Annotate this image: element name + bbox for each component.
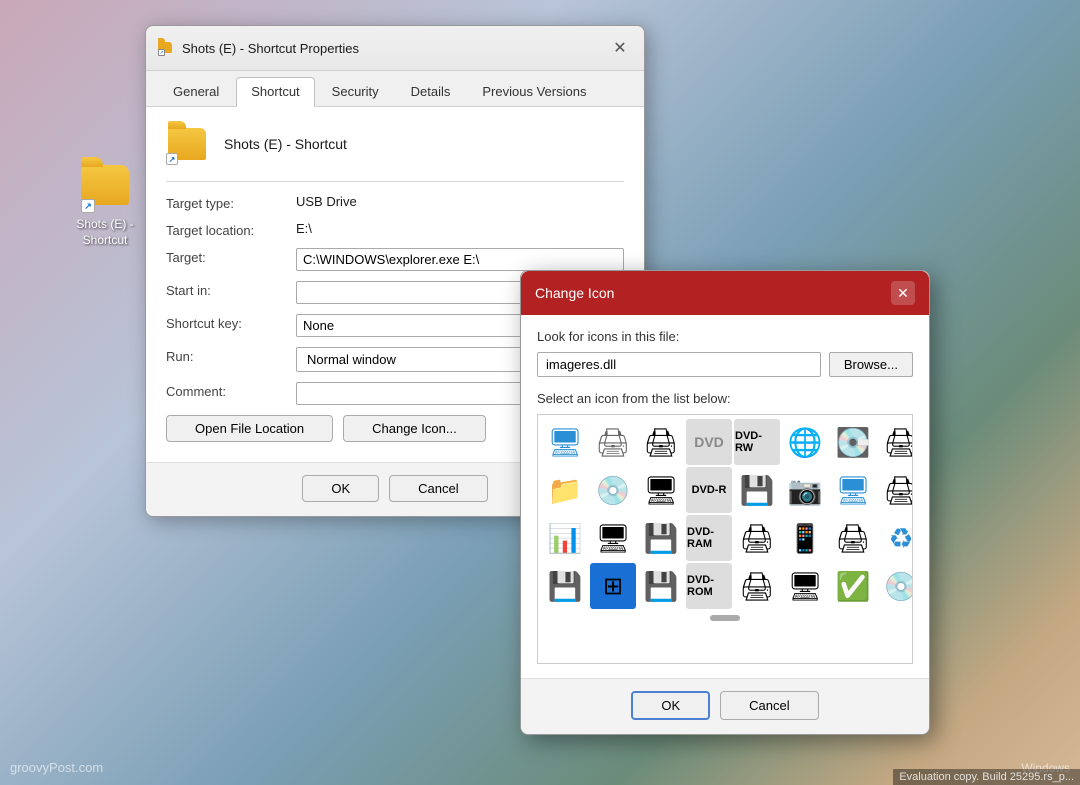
change-icon-content: Look for icons in this file: Browse... S… bbox=[521, 315, 929, 678]
change-icon-ok-button[interactable]: OK bbox=[631, 691, 710, 720]
icon-cell-hdd1[interactable]: 🖥 bbox=[638, 467, 684, 513]
browse-button[interactable]: Browse... bbox=[829, 352, 913, 377]
prop-file-name: Shots (E) - Shortcut bbox=[224, 136, 347, 152]
icon-cell-chart[interactable]: 📊 bbox=[542, 515, 588, 561]
icon-cell-camera[interactable]: 📷 bbox=[782, 467, 828, 513]
tab-security[interactable]: Security bbox=[317, 77, 394, 106]
icon-cell-printer-check2[interactable]: ✅ bbox=[830, 563, 876, 609]
icon-row-2: 📁 💿 🖥 DVD-R 💾 📷 🖥 🖨 ♻ bbox=[542, 467, 908, 513]
comment-label: Comment: bbox=[166, 382, 296, 399]
icon-cell-monitor2[interactable]: 🖥 bbox=[830, 467, 876, 513]
icon-cell-recycle2[interactable]: ♻ bbox=[878, 515, 913, 561]
target-location-value: E:\ bbox=[296, 221, 624, 236]
icon-cell-printer1[interactable]: 🖨 bbox=[878, 419, 913, 465]
change-icon-dialog-buttons: OK Cancel bbox=[521, 678, 929, 734]
properties-cancel-button[interactable]: Cancel bbox=[389, 475, 487, 502]
run-label: Run: bbox=[166, 347, 296, 364]
ci-file-row: Browse... bbox=[537, 352, 913, 377]
prop-shortcut-badge: ↗ bbox=[166, 153, 178, 165]
change-icon-dialog: Change Icon ✕ Look for icons in this fil… bbox=[520, 270, 930, 735]
change-icon-button[interactable]: Change Icon... bbox=[343, 415, 486, 442]
icon-cell-drive5[interactable]: 🖨 bbox=[734, 515, 780, 561]
scroll-thumb bbox=[710, 615, 740, 621]
icon-cell-scanner[interactable]: 🖨 bbox=[638, 419, 684, 465]
icon-cell-dvd1[interactable]: DVD bbox=[686, 419, 732, 465]
desktop: ↗ Shots (E) - Shortcut groovyPost.com Wi… bbox=[0, 0, 1080, 785]
change-icon-cancel-button[interactable]: Cancel bbox=[720, 691, 818, 720]
tab-previous-versions[interactable]: Previous Versions bbox=[467, 77, 601, 106]
change-icon-titlebar: Change Icon ✕ bbox=[521, 271, 929, 315]
icon-cell-dvdrom[interactable]: DVD-ROM bbox=[686, 563, 732, 609]
target-label: Target: bbox=[166, 248, 296, 265]
tab-shortcut[interactable]: Shortcut bbox=[236, 77, 314, 107]
icon-cell-hdd2[interactable]: 🖥 bbox=[590, 515, 636, 561]
properties-title-text: Shots (E) - Shortcut Properties bbox=[182, 41, 359, 56]
folder-shortcut-image: ↗ bbox=[81, 165, 129, 213]
eval-text: Evaluation copy. Build 25295.rs_p... bbox=[893, 769, 1080, 785]
icon-cell-monitor[interactable]: 🖥 bbox=[542, 419, 588, 465]
icon-row-4: 💾 ⊞ 💾 DVD-ROM 🖨 🖥 ✅ 💿 DVD bbox=[542, 563, 908, 609]
tab-details[interactable]: Details bbox=[396, 77, 466, 106]
icon-cell-dvdrw[interactable]: DVD-RW bbox=[734, 419, 780, 465]
icon-cell-drive4[interactable]: 💾 bbox=[638, 515, 684, 561]
target-type-label: Target type: bbox=[166, 194, 296, 211]
title-folder-icon: ↗ bbox=[158, 40, 174, 56]
watermark-left: groovyPost.com bbox=[10, 760, 103, 775]
open-file-location-button[interactable]: Open File Location bbox=[166, 415, 333, 442]
icon-cell-dvdram[interactable]: DVD-RAM bbox=[686, 515, 732, 561]
icon-cell-printer-check[interactable]: 🖨 bbox=[878, 467, 913, 513]
icon-cell-printer3[interactable]: 🖨 bbox=[734, 563, 780, 609]
icon-cell-floppy[interactable]: 💾 bbox=[542, 563, 588, 609]
shortcut-key-label: Shortcut key: bbox=[166, 314, 296, 331]
prop-divider-top bbox=[166, 181, 624, 182]
icon-cell-phone[interactable]: 📱 bbox=[782, 515, 828, 561]
icon-cell-disc3[interactable]: 💿 bbox=[878, 563, 913, 609]
target-location-label: Target location: bbox=[166, 221, 296, 238]
properties-close-button[interactable]: ✕ bbox=[608, 36, 632, 60]
change-icon-close-button[interactable]: ✕ bbox=[891, 281, 915, 305]
desktop-shortcut-icon[interactable]: ↗ Shots (E) - Shortcut bbox=[65, 165, 145, 248]
prop-row-target-location: Target location: E:\ bbox=[166, 221, 624, 238]
icon-row-3: 📊 🖥 💾 DVD-RAM 🖨 📱 🖨 ♻ bbox=[542, 515, 908, 561]
title-arrow-overlay: ↗ bbox=[158, 49, 165, 56]
icon-name-row: ↗ Shots (E) - Shortcut bbox=[166, 123, 624, 165]
select-icon-label: Select an icon from the list below: bbox=[537, 391, 913, 406]
prop-row-target: Target: bbox=[166, 248, 624, 271]
properties-title: ↗ Shots (E) - Shortcut Properties bbox=[158, 40, 359, 56]
icon-cell-windows[interactable]: ⊞ bbox=[590, 563, 636, 609]
properties-tabs: General Shortcut Security Details Previo… bbox=[146, 71, 644, 107]
tab-general[interactable]: General bbox=[158, 77, 234, 106]
start-in-label: Start in: bbox=[166, 281, 296, 298]
icon-grid: 🖥 🖨 🖨 DVD DVD-RW 🌐 💽 🖨 📁 💿 🖥 DVD-R 💾 bbox=[537, 414, 913, 664]
icon-cell-drive3[interactable]: 💾 bbox=[734, 467, 780, 513]
icon-cell-drive2[interactable]: 💽 bbox=[830, 419, 876, 465]
scrollbar-indicator bbox=[542, 611, 908, 623]
icon-cell-dvdr[interactable]: DVD-R bbox=[686, 467, 732, 513]
look-for-label: Look for icons in this file: bbox=[537, 329, 913, 344]
icon-row-1: 🖥 🖨 🖨 DVD DVD-RW 🌐 💽 🖨 bbox=[542, 419, 908, 465]
prop-row-target-type: Target type: USB Drive bbox=[166, 194, 624, 211]
change-icon-title: Change Icon bbox=[535, 285, 614, 301]
icon-cell-monitor3[interactable]: 🖥 bbox=[782, 563, 828, 609]
icon-cell-drive1[interactable]: 🖨 bbox=[590, 419, 636, 465]
prop-folder-icon: ↗ bbox=[166, 123, 208, 165]
ci-file-input[interactable] bbox=[537, 352, 821, 377]
icon-cell-drive6[interactable]: 💾 bbox=[638, 563, 684, 609]
icon-cell-globe[interactable]: 🌐 bbox=[782, 419, 828, 465]
desktop-icon-label: Shots (E) - Shortcut bbox=[76, 217, 133, 248]
target-input[interactable] bbox=[296, 248, 624, 271]
shortcut-arrow-badge: ↗ bbox=[81, 199, 95, 213]
properties-titlebar: ↗ Shots (E) - Shortcut Properties ✕ bbox=[146, 26, 644, 71]
properties-ok-button[interactable]: OK bbox=[302, 475, 379, 502]
icon-cell-printer2[interactable]: 🖨 bbox=[830, 515, 876, 561]
icon-cell-folder[interactable]: 📁 bbox=[542, 467, 588, 513]
target-type-value: USB Drive bbox=[296, 194, 624, 209]
icon-cell-disc2[interactable]: 💿 bbox=[590, 467, 636, 513]
